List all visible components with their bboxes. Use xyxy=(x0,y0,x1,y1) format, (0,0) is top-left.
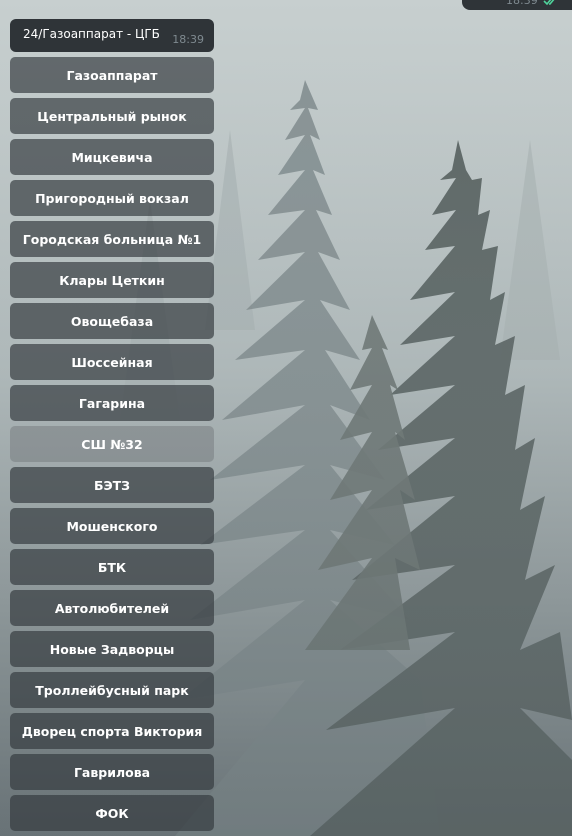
double-check-icon xyxy=(543,0,555,6)
keyboard-button-ovoshchebaza[interactable]: Овощебаза xyxy=(10,303,214,339)
keyboard-button-gorodskaya-bolnitsa[interactable]: Городская больница №1 xyxy=(10,221,214,257)
message-text: 24/Газоаппарат - ЦГБ xyxy=(23,27,160,41)
keyboard-button-btk[interactable]: БТК xyxy=(10,549,214,585)
keyboard-button-betz[interactable]: БЭТЗ xyxy=(10,467,214,503)
keyboard-button-avtolyubiteley[interactable]: Автолюбителей xyxy=(10,590,214,626)
keyboard-button-gavrilova[interactable]: Гаврилова xyxy=(10,754,214,790)
keyboard-button-gazoapparat[interactable]: Газоаппарат xyxy=(10,57,214,93)
keyboard-button-shosseynaya[interactable]: Шоссейная xyxy=(10,344,214,380)
keyboard-button-fok[interactable]: ФОК xyxy=(10,795,214,831)
keyboard-button-mitskevicha[interactable]: Мицкевича xyxy=(10,139,214,175)
keyboard-button-trolleybusny-park[interactable]: Троллейбусный парк xyxy=(10,672,214,708)
outgoing-message[interactable]: 18:39 xyxy=(462,0,572,10)
keyboard-button-klary-tsetkin[interactable]: Клары Цеткин xyxy=(10,262,214,298)
message-time: 18:39 xyxy=(172,33,204,46)
keyboard-button-gagarina[interactable]: Гагарина xyxy=(10,385,214,421)
reply-keyboard: Газоаппарат Центральный рынок Мицкевича … xyxy=(10,57,214,836)
keyboard-button-ssh-32[interactable]: СШ №32 xyxy=(10,426,214,462)
message-bubble[interactable]: 24/Газоаппарат - ЦГБ 18:39 xyxy=(10,19,214,52)
keyboard-button-novye-zadvortsy[interactable]: Новые Задворцы xyxy=(10,631,214,667)
outgoing-message-time: 18:39 xyxy=(506,0,538,7)
keyboard-button-dvorets-sporta[interactable]: Дворец спорта Виктория xyxy=(10,713,214,749)
keyboard-button-tsentralny-rynok[interactable]: Центральный рынок xyxy=(10,98,214,134)
keyboard-button-moshenskogo[interactable]: Мошенского xyxy=(10,508,214,544)
keyboard-button-prigorodny-vokzal[interactable]: Пригородный вокзал xyxy=(10,180,214,216)
